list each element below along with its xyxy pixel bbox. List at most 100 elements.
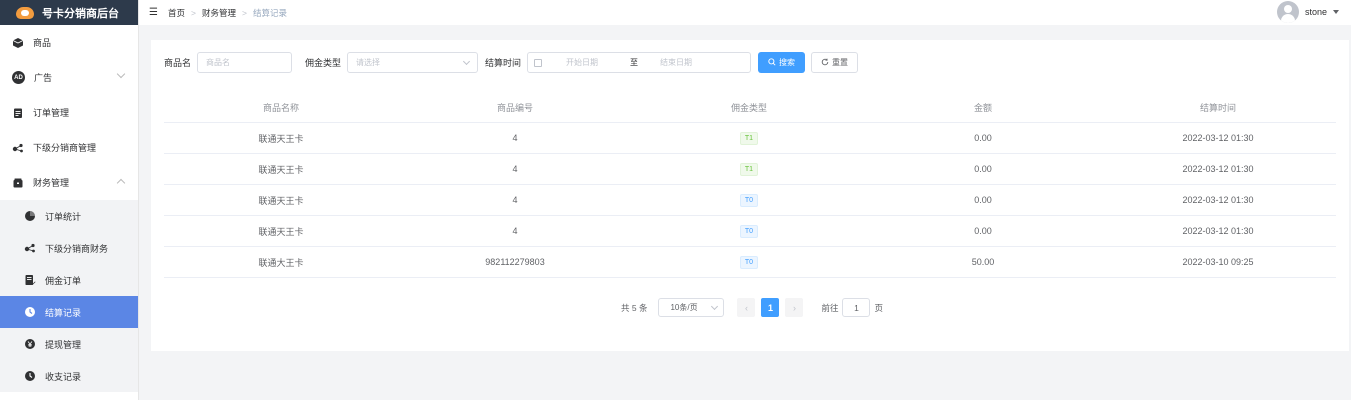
table-row: 联通天王卡 4 T1 0.00 2022-03-12 01:30 [164, 123, 1336, 154]
sidebar-item-ads[interactable]: AD 广告 [0, 60, 138, 95]
cell-amount: 0.00 [974, 226, 992, 236]
sidebar-item-commission-orders[interactable]: 佣金订单 [0, 264, 138, 296]
cell-commission-type: T1 [632, 162, 866, 176]
sidebar-item-orders[interactable]: 订单管理 [0, 95, 138, 130]
commission-type-tag: T0 [739, 193, 759, 207]
next-page-button[interactable]: › [785, 298, 804, 317]
breadcrumb: 首页 > 财务管理 > 结算记录 [168, 7, 287, 19]
commission-type-select[interactable]: 请选择 [347, 52, 479, 73]
breadcrumb-home[interactable]: 首页 [168, 7, 185, 19]
reset-button[interactable]: 重置 [811, 52, 859, 73]
box-icon [12, 37, 24, 49]
page-number-button[interactable]: 1 [761, 298, 780, 317]
chevron-right-icon: › [792, 302, 796, 313]
pagination-total: 共 5 条 [621, 302, 648, 313]
clock-icon [24, 306, 36, 318]
sidebar-menu: 商品 AD 广告 订单管理 下级分销商管理 财务管理 [0, 25, 138, 200]
pie-chart-icon [24, 210, 36, 222]
sidebar-item-order-stats[interactable]: 订单统计 [0, 200, 138, 232]
page-size-value: 10条/页 [670, 303, 698, 312]
cell-product-name: 联通天王卡 [258, 164, 304, 175]
sidebar-item-sub-finance[interactable]: 下级分销商财务 [0, 232, 138, 264]
cell-settlement-time: 2022-03-12 01:30 [1182, 164, 1254, 174]
top-bar: ☰ 首页 > 财务管理 > 结算记录 stone [139, 0, 1351, 25]
page-size-select[interactable]: 10条/页 [658, 298, 725, 317]
share-nodes-icon [12, 142, 24, 154]
caret-down-icon[interactable] [1333, 10, 1339, 14]
cell-settlement-time: 2022-03-12 01:30 [1182, 133, 1254, 143]
commission-type-tag: T0 [739, 224, 759, 238]
sidebar-item-label: 收支记录 [45, 371, 82, 382]
column-header: 商品编号 [496, 102, 533, 113]
sidebar-item-finance[interactable]: 财务管理 [0, 165, 138, 200]
avatar[interactable] [1276, 1, 1299, 23]
sidebar-item-settlement-records[interactable]: 结算记录 [0, 296, 138, 328]
clock-icon [24, 370, 36, 382]
menu-fold-icon[interactable]: ☰ [149, 7, 158, 18]
document-edit-icon [24, 274, 36, 286]
table-row: 联通天王卡 4 T1 0.00 2022-03-12 01:30 [164, 154, 1336, 185]
cell-product-name: 联通大王卡 [258, 257, 304, 268]
prev-page-button[interactable]: ‹ [737, 298, 756, 317]
commission-type-tag: T1 [739, 131, 759, 145]
sidebar-item-label: 结算记录 [45, 307, 82, 318]
table-row: 联通天王卡 4 T0 0.00 2022-03-12 01:30 [164, 185, 1336, 216]
ad-icon: AD [12, 71, 25, 84]
commission-type-tag: T0 [739, 255, 759, 269]
breadcrumb-current: 结算记录 [252, 7, 287, 18]
cell-commission-type: T0 [632, 224, 866, 238]
goto-label: 前往 [821, 302, 839, 313]
cell-commission-type: T0 [632, 193, 866, 207]
search-button[interactable]: 搜索 [758, 52, 806, 73]
end-date-input[interactable]: 结束日期 [660, 57, 692, 68]
cell-commission-type: T1 [632, 131, 866, 145]
sidebar-item-label: 提现管理 [45, 339, 82, 350]
table-row: 联通天王卡 4 T0 0.00 2022-03-12 01:30 [164, 216, 1336, 247]
breadcrumb-finance[interactable]: 财务管理 [202, 7, 236, 19]
column-header: 结算时间 [1199, 102, 1236, 113]
settlement-table: 商品名称 商品编号 佣金类型 金额 结算时间 联通天王卡 4 T1 0.00 2… [164, 92, 1336, 278]
wallet-icon [12, 177, 24, 189]
cell-product-code: 4 [512, 226, 518, 236]
cell-product-name: 联通天王卡 [258, 133, 304, 144]
sidebar: 号卡分销商后台 商品 AD 广告 订单管理 下级分销商管理 财务管理 订单统计 … [0, 0, 139, 400]
pagination: 共 5 条 10条/页 ‹ 1 › 前往 1 页 [621, 298, 883, 317]
commission-type-placeholder: 请选择 [356, 58, 381, 67]
column-header: 商品名称 [262, 102, 299, 113]
sidebar-item-label: 广告 [34, 73, 53, 83]
refresh-icon [821, 58, 829, 68]
sidebar-item-withdrawals[interactable]: 提现管理 [0, 328, 138, 360]
commission-type-label: 佣金类型 [305, 58, 342, 68]
product-name-input[interactable]: 商品名 [197, 52, 293, 73]
settlement-date-range[interactable]: 开始日期 至 结束日期 [527, 52, 752, 73]
cell-settlement-time: 2022-03-12 01:30 [1182, 226, 1254, 236]
finance-submenu: 订单统计 下级分销商财务 佣金订单 结算记录 提现管理 收支记录 [0, 200, 138, 392]
sidebar-item-label: 财务管理 [33, 178, 70, 188]
username[interactable]: stone [1305, 7, 1327, 17]
clipboard-icon [12, 107, 24, 119]
cell-product-name: 联通天王卡 [258, 226, 304, 237]
start-date-input[interactable]: 开始日期 [566, 57, 626, 68]
brand-logo-icon [16, 6, 34, 19]
cell-amount: 50.00 [971, 257, 995, 267]
content-card: 商品名 商品名 佣金类型 请选择 结算时间 开始日期 至 结束日期 搜索 重置 [151, 40, 1349, 351]
goto-page-input[interactable]: 1 [842, 298, 871, 317]
sidebar-item-label: 订单统计 [45, 211, 82, 222]
sidebar-item-label: 佣金订单 [45, 275, 82, 286]
yen-circle-icon [24, 338, 36, 350]
cell-commission-type: T0 [632, 255, 866, 269]
cell-product-code: 4 [512, 164, 518, 174]
cell-product-code: 4 [512, 133, 518, 143]
sidebar-item-products[interactable]: 商品 [0, 25, 138, 60]
product-name-label: 商品名 [164, 58, 192, 68]
sidebar-item-income-expense[interactable]: 收支记录 [0, 360, 138, 392]
cell-product-code: 4 [512, 195, 518, 205]
sidebar-item-sub-distributors[interactable]: 下级分销商管理 [0, 130, 138, 165]
brand: 号卡分销商后台 [0, 0, 138, 25]
commission-type-tag: T1 [739, 162, 759, 176]
share-nodes-icon [24, 242, 36, 254]
cell-settlement-time: 2022-03-12 01:30 [1182, 195, 1254, 205]
user-menu[interactable]: stone [1276, 1, 1339, 23]
filter-bar: 商品名 商品名 佣金类型 请选择 结算时间 开始日期 至 结束日期 搜索 重置 [164, 52, 859, 73]
table-row: 联通大王卡 982112279803 T0 50.00 2022-03-10 0… [164, 247, 1336, 278]
